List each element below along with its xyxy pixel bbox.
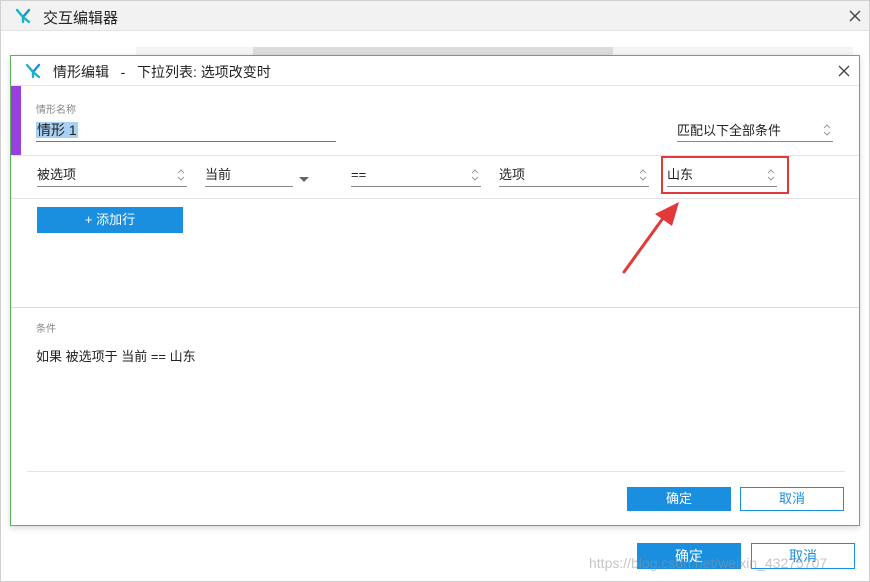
spinner-updown-icon: [177, 169, 185, 181]
condition-operator-select[interactable]: ==: [351, 165, 481, 187]
divider: [11, 307, 859, 308]
spinner-updown-icon: [471, 169, 479, 181]
confirm-button[interactable]: 确定: [627, 487, 731, 511]
dialog-title-main: 情形编辑: [53, 64, 109, 80]
close-icon[interactable]: [847, 8, 863, 24]
divider: [27, 471, 845, 472]
case-name-input[interactable]: 情形 1: [36, 120, 336, 142]
dialog-title-separator: -: [120, 64, 126, 80]
condition-summary-text: 如果 被选项于 当前 == 山东: [36, 349, 196, 364]
add-row-button[interactable]: + 添加行: [37, 207, 183, 233]
outer-titlebar: 交互编辑器: [1, 1, 869, 31]
dropdown-arrow-icon[interactable]: [299, 177, 309, 182]
condition-value-type-value: 选项: [499, 167, 526, 182]
outer-window-title: 交互编辑器: [43, 10, 119, 27]
close-icon[interactable]: [837, 64, 851, 78]
condition-scope-value: 当前: [205, 167, 232, 182]
app-logo-icon: [25, 63, 41, 79]
condition-target-value: 被选项: [37, 167, 77, 182]
case-color-bar: [11, 86, 21, 156]
case-editor-dialog: 情形编辑 - 下拉列表: 选项改变时 情形名称 情形 1 匹配以下全部条件 被选…: [10, 55, 860, 526]
condition-value-type-select[interactable]: 选项: [499, 165, 649, 187]
condition-scope-select[interactable]: 当前: [205, 165, 293, 187]
condition-operator-value: ==: [351, 167, 367, 182]
case-name-label: 情形名称: [36, 105, 76, 116]
condition-target-select[interactable]: 被选项: [37, 165, 187, 187]
dialog-titlebar: 情形编辑 - 下拉列表: 选项改变时: [11, 56, 859, 86]
spinner-updown-icon: [823, 124, 831, 136]
match-mode-value: 匹配以下全部条件: [677, 123, 782, 138]
spinner-updown-icon: [639, 169, 647, 181]
case-name-value: 情形 1: [36, 122, 78, 138]
dialog-title: 情形编辑 - 下拉列表: 选项改变时: [53, 62, 271, 82]
dialog-title-context: 下拉列表: 选项改变时: [137, 64, 271, 80]
match-mode-select[interactable]: 匹配以下全部条件: [677, 120, 833, 142]
watermark-text: https://blog.csdn.net/weixin_43275707: [589, 555, 828, 571]
cancel-button[interactable]: 取消: [740, 487, 844, 511]
annotation-highlight-box: [661, 156, 789, 194]
divider: [11, 198, 859, 199]
conditions-label: 条件: [36, 324, 56, 335]
app-logo-icon: [15, 8, 31, 24]
